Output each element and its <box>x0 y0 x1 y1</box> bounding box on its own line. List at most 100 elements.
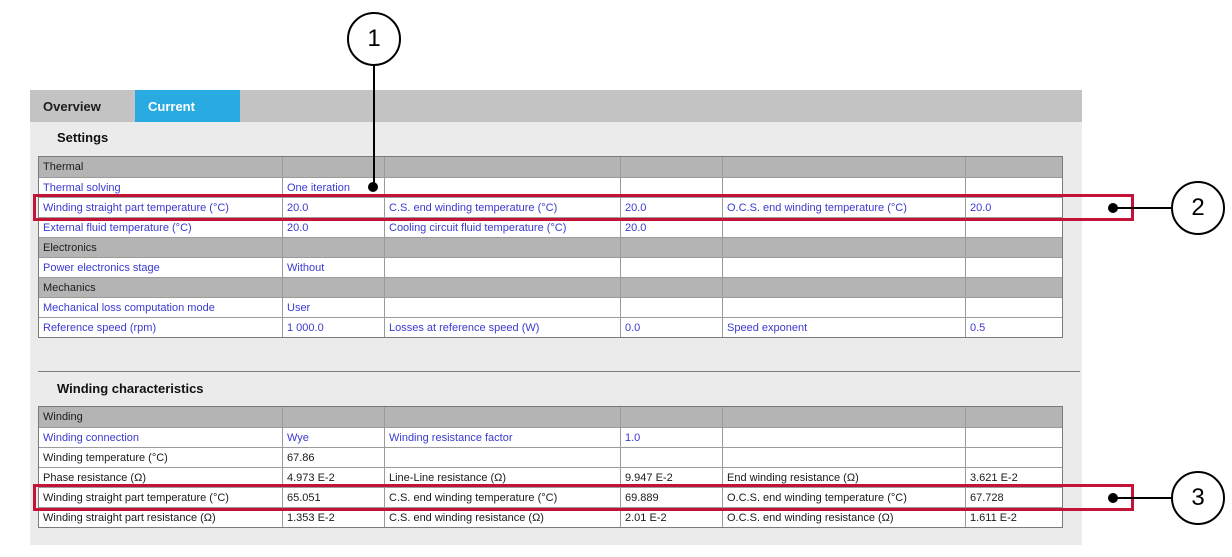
callout-1-anchor-dot <box>368 182 378 192</box>
tab-bar: Overview Current <box>30 90 1082 122</box>
param-value-cell <box>965 258 1062 277</box>
table-group-header-row: Winding <box>39 407 1062 427</box>
callout-circle-1: 1 <box>347 12 401 66</box>
callout-1-leader-line <box>373 66 375 184</box>
param-value-cell: 67.728 <box>965 488 1062 507</box>
param-label-cell <box>722 218 965 237</box>
param-value-cell <box>965 178 1062 197</box>
group-header-cell <box>722 238 965 257</box>
param-label-cell: Phase resistance (Ω) <box>39 468 282 487</box>
param-label-cell: Winding straight part resistance (Ω) <box>39 508 282 527</box>
section-divider <box>38 371 1080 372</box>
group-header-cell <box>282 407 384 427</box>
table-data-row: Mechanical loss computation modeUser <box>39 297 1062 317</box>
tab-current[interactable]: Current <box>135 90 240 122</box>
param-label-cell <box>722 428 965 447</box>
group-header-cell <box>965 407 1062 427</box>
param-label-cell <box>722 258 965 277</box>
group-header-cell <box>722 278 965 297</box>
table-data-row: Thermal solvingOne iteration <box>39 177 1062 197</box>
settings-table: ThermalThermal solvingOne iterationWindi… <box>38 156 1063 338</box>
group-header-cell <box>722 407 965 427</box>
param-value-cell: 69.889 <box>620 488 722 507</box>
param-value-cell[interactable]: 20.0 <box>965 198 1062 217</box>
group-header-cell <box>620 238 722 257</box>
param-value-cell[interactable]: 20.0 <box>620 218 722 237</box>
group-header-cell <box>965 238 1062 257</box>
tab-overview[interactable]: Overview <box>30 90 135 122</box>
table-data-row: Power electronics stageWithout <box>39 257 1062 277</box>
table-data-row: Winding straight part resistance (Ω)1.35… <box>39 507 1062 527</box>
param-value-cell[interactable]: 0.5 <box>965 318 1062 337</box>
param-value-cell <box>620 258 722 277</box>
param-value-cell[interactable]: 20.0 <box>282 198 384 217</box>
group-header-cell <box>384 278 620 297</box>
param-value-cell <box>620 178 722 197</box>
param-value-cell[interactable]: 0.0 <box>620 318 722 337</box>
param-label-cell <box>384 178 620 197</box>
group-header-cell <box>965 278 1062 297</box>
group-header-cell <box>282 278 384 297</box>
param-label-cell <box>384 298 620 317</box>
group-header-cell <box>282 157 384 177</box>
param-label-cell: Speed exponent <box>722 318 965 337</box>
group-header-cell <box>965 157 1062 177</box>
param-value-cell[interactable]: 20.0 <box>282 218 384 237</box>
param-label-cell: C.S. end winding temperature (°C) <box>384 488 620 507</box>
param-label-cell: Thermal solving <box>39 178 282 197</box>
param-label-cell <box>384 448 620 467</box>
param-label-cell: Cooling circuit fluid temperature (°C) <box>384 218 620 237</box>
param-label-cell: O.C.S. end winding resistance (Ω) <box>722 508 965 527</box>
param-value-cell[interactable]: 1.0 <box>620 428 722 447</box>
callout-2-anchor-dot <box>1108 203 1118 213</box>
param-value-cell: 9.947 E-2 <box>620 468 722 487</box>
group-header-cell <box>722 157 965 177</box>
param-label-cell: C.S. end winding temperature (°C) <box>384 198 620 217</box>
param-label-cell: Line-Line resistance (Ω) <box>384 468 620 487</box>
param-label-cell <box>722 448 965 467</box>
winding-characteristics-table: WindingWinding connectionWyeWinding resi… <box>38 406 1063 528</box>
param-value-cell: 2.01 E-2 <box>620 508 722 527</box>
param-value-cell: 1.611 E-2 <box>965 508 1062 527</box>
table-data-row: Winding connectionWyeWinding resistance … <box>39 427 1062 447</box>
callout-circle-2: 2 <box>1171 181 1225 235</box>
group-header-cell: Thermal <box>39 157 282 177</box>
param-label-cell: Winding connection <box>39 428 282 447</box>
param-label-cell: Winding straight part temperature (°C) <box>39 488 282 507</box>
group-header-cell <box>620 157 722 177</box>
param-value-cell <box>620 298 722 317</box>
param-label-cell <box>384 258 620 277</box>
param-value-cell[interactable]: Wye <box>282 428 384 447</box>
table-data-row: Winding temperature (°C)67.86 <box>39 447 1062 467</box>
param-label-cell: Reference speed (rpm) <box>39 318 282 337</box>
group-header-cell <box>620 407 722 427</box>
param-label-cell: Losses at reference speed (W) <box>384 318 620 337</box>
table-group-header-row: Electronics <box>39 237 1062 257</box>
param-label-cell: Winding straight part temperature (°C) <box>39 198 282 217</box>
callout-circle-3: 3 <box>1171 471 1225 525</box>
param-value-cell[interactable]: 20.0 <box>620 198 722 217</box>
param-value-cell <box>965 218 1062 237</box>
param-value-cell: 65.051 <box>282 488 384 507</box>
param-value-cell[interactable]: 1 000.0 <box>282 318 384 337</box>
section-title-winding-characteristics: Winding characteristics <box>57 381 204 396</box>
param-label-cell <box>722 298 965 317</box>
table-group-header-row: Mechanics <box>39 277 1062 297</box>
group-header-cell <box>282 238 384 257</box>
param-value-cell[interactable]: Without <box>282 258 384 277</box>
param-label-cell: End winding resistance (Ω) <box>722 468 965 487</box>
group-header-cell: Mechanics <box>39 278 282 297</box>
param-value-cell <box>965 428 1062 447</box>
group-header-cell <box>384 238 620 257</box>
param-value-cell[interactable]: User <box>282 298 384 317</box>
table-data-row: External fluid temperature (°C)20.0Cooli… <box>39 217 1062 237</box>
group-header-cell: Electronics <box>39 238 282 257</box>
table-group-header-row: Thermal <box>39 157 1062 177</box>
section-title-settings: Settings <box>57 130 108 145</box>
param-value-cell: 67.86 <box>282 448 384 467</box>
param-label-cell: O.C.S. end winding temperature (°C) <box>722 198 965 217</box>
group-header-cell <box>384 407 620 427</box>
table-data-row: Winding straight part temperature (°C)65… <box>39 487 1062 507</box>
param-label-cell: External fluid temperature (°C) <box>39 218 282 237</box>
param-label-cell: Power electronics stage <box>39 258 282 277</box>
